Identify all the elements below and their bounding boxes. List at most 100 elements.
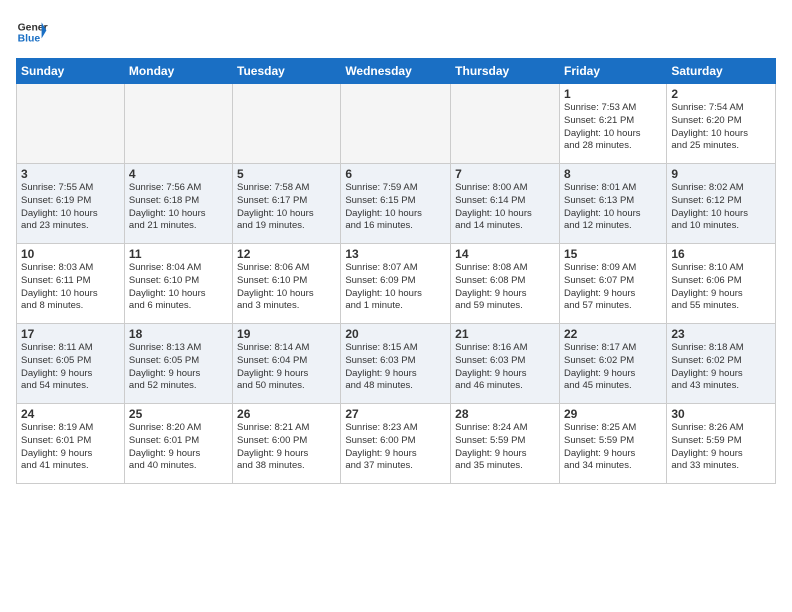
day-info: Sunrise: 8:06 AM Sunset: 6:10 PM Dayligh… (237, 262, 336, 313)
day-info: Sunrise: 7:59 AM Sunset: 6:15 PM Dayligh… (345, 182, 446, 233)
calendar-cell: 16Sunrise: 8:10 AM Sunset: 6:06 PM Dayli… (667, 244, 776, 324)
day-info: Sunrise: 8:00 AM Sunset: 6:14 PM Dayligh… (455, 182, 555, 233)
day-info: Sunrise: 7:53 AM Sunset: 6:21 PM Dayligh… (564, 102, 662, 153)
day-number: 5 (237, 167, 336, 181)
day-info: Sunrise: 7:54 AM Sunset: 6:20 PM Dayligh… (671, 102, 771, 153)
day-info: Sunrise: 8:03 AM Sunset: 6:11 PM Dayligh… (21, 262, 120, 313)
day-info: Sunrise: 8:25 AM Sunset: 5:59 PM Dayligh… (564, 422, 662, 473)
day-number: 7 (455, 167, 555, 181)
calendar-cell (341, 84, 451, 164)
day-info: Sunrise: 8:07 AM Sunset: 6:09 PM Dayligh… (345, 262, 446, 313)
day-number: 12 (237, 247, 336, 261)
day-info: Sunrise: 8:23 AM Sunset: 6:00 PM Dayligh… (345, 422, 446, 473)
page: General Blue SundayMondayTuesdayWednesda… (0, 0, 792, 612)
day-number: 17 (21, 327, 120, 341)
day-number: 14 (455, 247, 555, 261)
weekday-header-monday: Monday (124, 59, 232, 84)
day-number: 13 (345, 247, 446, 261)
day-number: 28 (455, 407, 555, 421)
calendar-cell: 13Sunrise: 8:07 AM Sunset: 6:09 PM Dayli… (341, 244, 451, 324)
day-info: Sunrise: 8:11 AM Sunset: 6:05 PM Dayligh… (21, 342, 120, 393)
calendar-cell: 2Sunrise: 7:54 AM Sunset: 6:20 PM Daylig… (667, 84, 776, 164)
day-number: 8 (564, 167, 662, 181)
week-row-3: 10Sunrise: 8:03 AM Sunset: 6:11 PM Dayli… (17, 244, 776, 324)
day-number: 15 (564, 247, 662, 261)
logo: General Blue (16, 16, 48, 48)
day-number: 9 (671, 167, 771, 181)
calendar-cell: 18Sunrise: 8:13 AM Sunset: 6:05 PM Dayli… (124, 324, 232, 404)
calendar-cell: 11Sunrise: 8:04 AM Sunset: 6:10 PM Dayli… (124, 244, 232, 324)
day-info: Sunrise: 8:17 AM Sunset: 6:02 PM Dayligh… (564, 342, 662, 393)
day-info: Sunrise: 8:08 AM Sunset: 6:08 PM Dayligh… (455, 262, 555, 313)
calendar-cell: 3Sunrise: 7:55 AM Sunset: 6:19 PM Daylig… (17, 164, 125, 244)
calendar-cell (17, 84, 125, 164)
calendar-cell: 12Sunrise: 8:06 AM Sunset: 6:10 PM Dayli… (233, 244, 341, 324)
calendar-cell: 29Sunrise: 8:25 AM Sunset: 5:59 PM Dayli… (559, 404, 666, 484)
calendar-cell: 30Sunrise: 8:26 AM Sunset: 5:59 PM Dayli… (667, 404, 776, 484)
day-number: 19 (237, 327, 336, 341)
calendar-cell: 24Sunrise: 8:19 AM Sunset: 6:01 PM Dayli… (17, 404, 125, 484)
calendar-cell: 27Sunrise: 8:23 AM Sunset: 6:00 PM Dayli… (341, 404, 451, 484)
day-info: Sunrise: 8:09 AM Sunset: 6:07 PM Dayligh… (564, 262, 662, 313)
day-info: Sunrise: 8:01 AM Sunset: 6:13 PM Dayligh… (564, 182, 662, 233)
day-info: Sunrise: 8:14 AM Sunset: 6:04 PM Dayligh… (237, 342, 336, 393)
calendar-cell: 22Sunrise: 8:17 AM Sunset: 6:02 PM Dayli… (559, 324, 666, 404)
day-info: Sunrise: 8:26 AM Sunset: 5:59 PM Dayligh… (671, 422, 771, 473)
weekday-header-row: SundayMondayTuesdayWednesdayThursdayFrid… (17, 59, 776, 84)
week-row-4: 17Sunrise: 8:11 AM Sunset: 6:05 PM Dayli… (17, 324, 776, 404)
logo-icon: General Blue (16, 16, 48, 48)
day-number: 1 (564, 87, 662, 101)
day-number: 16 (671, 247, 771, 261)
day-number: 6 (345, 167, 446, 181)
day-info: Sunrise: 8:21 AM Sunset: 6:00 PM Dayligh… (237, 422, 336, 473)
day-info: Sunrise: 8:18 AM Sunset: 6:02 PM Dayligh… (671, 342, 771, 393)
day-info: Sunrise: 7:55 AM Sunset: 6:19 PM Dayligh… (21, 182, 120, 233)
week-row-1: 1Sunrise: 7:53 AM Sunset: 6:21 PM Daylig… (17, 84, 776, 164)
calendar-cell: 17Sunrise: 8:11 AM Sunset: 6:05 PM Dayli… (17, 324, 125, 404)
day-number: 18 (129, 327, 228, 341)
day-info: Sunrise: 8:24 AM Sunset: 5:59 PM Dayligh… (455, 422, 555, 473)
calendar-cell (451, 84, 560, 164)
day-info: Sunrise: 8:19 AM Sunset: 6:01 PM Dayligh… (21, 422, 120, 473)
day-info: Sunrise: 8:15 AM Sunset: 6:03 PM Dayligh… (345, 342, 446, 393)
weekday-header-sunday: Sunday (17, 59, 125, 84)
calendar-cell: 4Sunrise: 7:56 AM Sunset: 6:18 PM Daylig… (124, 164, 232, 244)
calendar-table: SundayMondayTuesdayWednesdayThursdayFrid… (16, 58, 776, 484)
day-info: Sunrise: 8:13 AM Sunset: 6:05 PM Dayligh… (129, 342, 228, 393)
calendar-cell: 26Sunrise: 8:21 AM Sunset: 6:00 PM Dayli… (233, 404, 341, 484)
calendar-cell (233, 84, 341, 164)
day-number: 4 (129, 167, 228, 181)
day-number: 30 (671, 407, 771, 421)
day-info: Sunrise: 8:10 AM Sunset: 6:06 PM Dayligh… (671, 262, 771, 313)
header: General Blue (16, 16, 776, 48)
calendar-cell (124, 84, 232, 164)
day-info: Sunrise: 7:58 AM Sunset: 6:17 PM Dayligh… (237, 182, 336, 233)
day-number: 23 (671, 327, 771, 341)
calendar-cell: 5Sunrise: 7:58 AM Sunset: 6:17 PM Daylig… (233, 164, 341, 244)
day-info: Sunrise: 8:02 AM Sunset: 6:12 PM Dayligh… (671, 182, 771, 233)
weekday-header-friday: Friday (559, 59, 666, 84)
day-number: 22 (564, 327, 662, 341)
day-number: 2 (671, 87, 771, 101)
day-info: Sunrise: 7:56 AM Sunset: 6:18 PM Dayligh… (129, 182, 228, 233)
weekday-header-thursday: Thursday (451, 59, 560, 84)
day-number: 27 (345, 407, 446, 421)
calendar-cell: 15Sunrise: 8:09 AM Sunset: 6:07 PM Dayli… (559, 244, 666, 324)
week-row-2: 3Sunrise: 7:55 AM Sunset: 6:19 PM Daylig… (17, 164, 776, 244)
weekday-header-saturday: Saturday (667, 59, 776, 84)
calendar-cell: 8Sunrise: 8:01 AM Sunset: 6:13 PM Daylig… (559, 164, 666, 244)
calendar-cell: 14Sunrise: 8:08 AM Sunset: 6:08 PM Dayli… (451, 244, 560, 324)
calendar-cell: 20Sunrise: 8:15 AM Sunset: 6:03 PM Dayli… (341, 324, 451, 404)
svg-text:Blue: Blue (18, 34, 41, 45)
day-number: 25 (129, 407, 228, 421)
week-row-5: 24Sunrise: 8:19 AM Sunset: 6:01 PM Dayli… (17, 404, 776, 484)
day-info: Sunrise: 8:20 AM Sunset: 6:01 PM Dayligh… (129, 422, 228, 473)
day-number: 11 (129, 247, 228, 261)
day-number: 3 (21, 167, 120, 181)
day-info: Sunrise: 8:04 AM Sunset: 6:10 PM Dayligh… (129, 262, 228, 313)
calendar-cell: 21Sunrise: 8:16 AM Sunset: 6:03 PM Dayli… (451, 324, 560, 404)
calendar-cell: 10Sunrise: 8:03 AM Sunset: 6:11 PM Dayli… (17, 244, 125, 324)
day-number: 10 (21, 247, 120, 261)
calendar-cell: 28Sunrise: 8:24 AM Sunset: 5:59 PM Dayli… (451, 404, 560, 484)
calendar-cell: 9Sunrise: 8:02 AM Sunset: 6:12 PM Daylig… (667, 164, 776, 244)
